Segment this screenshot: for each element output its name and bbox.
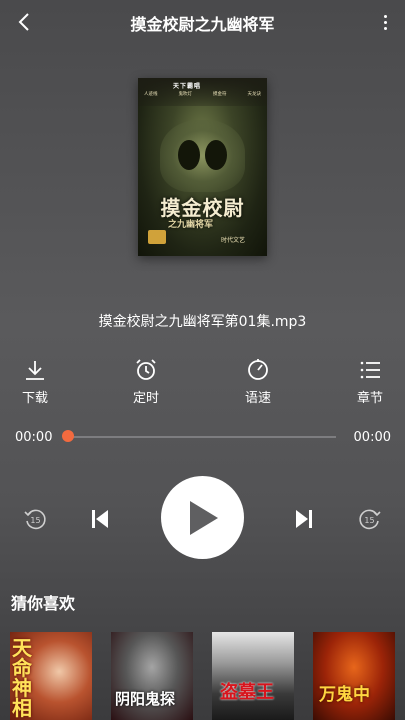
skip-previous-icon: [92, 510, 108, 528]
download-icon: [23, 358, 47, 382]
forward-15-button[interactable]: 15: [357, 506, 383, 532]
speed-label: 语速: [244, 391, 271, 406]
recommend-item[interactable]: 天命神相: [10, 632, 92, 720]
page-title: 摸金校尉之九幽将军: [130, 15, 275, 34]
speed-gauge-icon: [246, 358, 270, 382]
chapters-label: 章节: [356, 391, 383, 406]
fast-forward-icon: 15: [359, 509, 381, 530]
recommend-heading: 猜你喜欢: [11, 594, 76, 613]
cover-publisher: 时代文艺: [220, 237, 245, 244]
previous-button[interactable]: [88, 506, 112, 532]
download-label: 下载: [21, 391, 48, 406]
back-button[interactable]: [10, 8, 38, 36]
recommend-item-title: 天命神相: [12, 636, 32, 720]
action-row: 下载 定时 语速 章节: [0, 358, 405, 406]
forward-seconds: 15: [364, 516, 374, 525]
recommend-item-title: 万鬼中: [319, 685, 370, 705]
recommend-item[interactable]: 万鬼中: [313, 632, 395, 720]
cover-subtitle: 之九幽将军: [168, 220, 214, 230]
track-name: 摸金校尉之九幽将军第01集.mp3: [98, 314, 307, 330]
progress-track[interactable]: [68, 436, 336, 438]
recommend-item-title: 盗墓王: [220, 682, 274, 703]
speed-button[interactable]: 语速: [233, 358, 283, 406]
progress-thumb[interactable]: [62, 430, 74, 442]
back-arrow-icon: [18, 13, 29, 31]
rewind-icon: 15: [24, 509, 46, 530]
recommend-list: 天命神相 阴阳鬼探 盗墓王 万鬼中: [0, 632, 405, 720]
top-bar: 摸金校尉之九幽将军: [0, 0, 405, 44]
cover-author-tag: 天下霸唱: [173, 83, 202, 90]
timer-label: 定时: [132, 391, 159, 406]
play-icon: [189, 500, 218, 535]
recommend-item[interactable]: 盗墓王: [212, 632, 294, 720]
current-time: 00:00: [15, 430, 53, 445]
cover-seal: [148, 230, 166, 244]
rewind-15-button[interactable]: 15: [22, 506, 48, 532]
skip-next-icon: [296, 510, 312, 528]
alarm-clock-icon: [134, 358, 158, 382]
timer-button[interactable]: 定时: [121, 358, 171, 406]
chapters-button[interactable]: 章节: [345, 358, 395, 406]
download-button[interactable]: 下载: [10, 358, 60, 406]
more-vertical-icon: [383, 14, 387, 18]
transport-controls: 15 15: [0, 476, 405, 560]
total-time: 00:00: [353, 430, 391, 445]
cover-subtitles: 人迹线 鬼吹灯 摸金符 天龙诀: [144, 92, 261, 97]
recommend-item[interactable]: 阴阳鬼探: [111, 632, 193, 720]
play-button[interactable]: [161, 476, 244, 559]
more-menu-button[interactable]: [377, 9, 393, 35]
rewind-seconds: 15: [30, 516, 40, 525]
recommend-item-title: 阴阳鬼探: [115, 690, 176, 708]
chapter-list-icon: [358, 358, 382, 382]
next-button[interactable]: [292, 506, 316, 532]
album-cover: 天下霸唱 人迹线 鬼吹灯 摸金符 天龙诀 摸金校尉 之九幽将军 时代文艺: [138, 78, 267, 256]
